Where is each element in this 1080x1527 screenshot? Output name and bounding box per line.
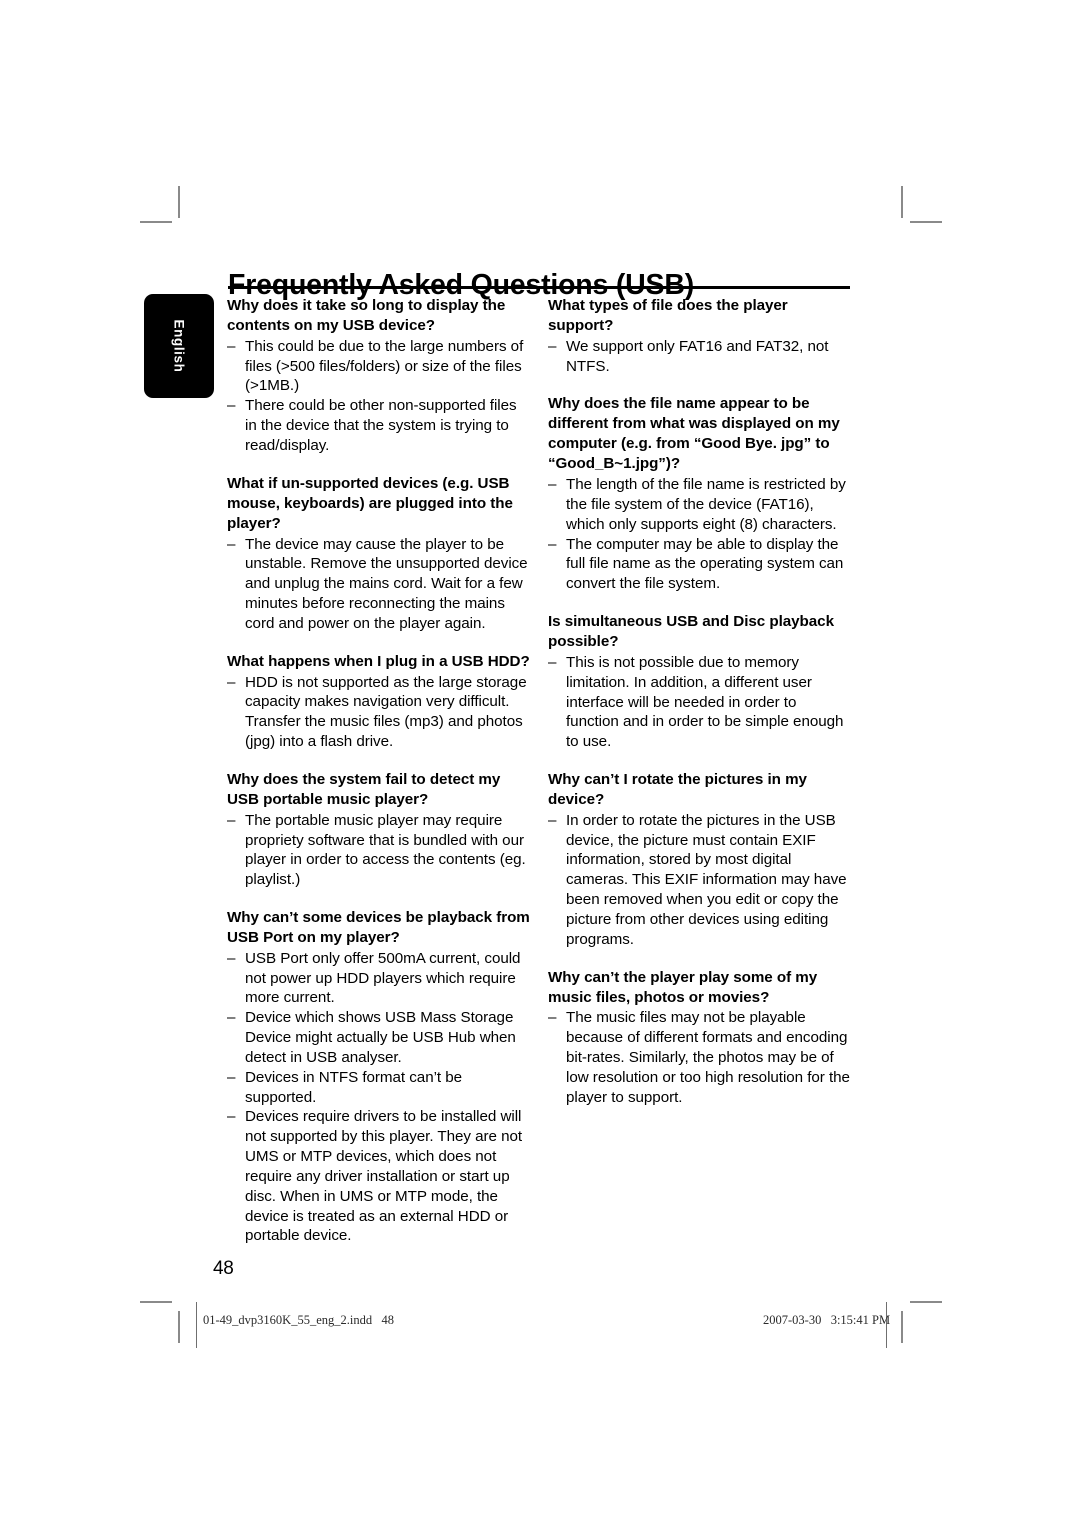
faq-question: Why can’t I rotate the pictures in my de… xyxy=(548,771,807,808)
faq-block: What types of file does the player suppo… xyxy=(548,296,851,376)
footer-timestamp: 2007-03-30 3:15:41 PM xyxy=(763,1313,891,1327)
faq-question: Why can’t the player play some of my mus… xyxy=(548,968,818,1006)
faq-column-right: What types of file does the player suppo… xyxy=(548,296,851,1108)
faq-answer-text: This could be due to the large numbers o… xyxy=(245,337,524,395)
bullet-dash-icon: – xyxy=(227,949,236,967)
page-number: 48 xyxy=(213,1258,234,1279)
faq-block: Why does the file name appear to be diff… xyxy=(548,394,851,594)
faq-question: What types of file does the player suppo… xyxy=(548,297,788,334)
faq-answer-item: – USB Port only offer 500mA current, coul… xyxy=(227,949,530,1008)
faq-answer-text: HDD is not supported as the large storag… xyxy=(245,673,527,751)
faq-answer-text: The portable music player may require pr… xyxy=(245,811,526,889)
faq-answer-item: – There could be other non-supported file… xyxy=(227,396,530,455)
faq-answer-item: – Devices in NTFS format can’t be support… xyxy=(227,1068,530,1108)
faq-answer-text: Devices require drivers to be installed … xyxy=(245,1108,523,1245)
faq-answer-item: – The computer may be able to display the… xyxy=(548,535,851,594)
faq-answer-text: Devices in NTFS format can’t be supporte… xyxy=(245,1068,463,1106)
faq-answer-list: – The length of the file name is restrict… xyxy=(548,475,851,594)
faq-answer-list: – In order to rotate the pictures in the … xyxy=(548,811,851,950)
faq-answer-text: This is not possible due to memory limit… xyxy=(566,653,844,751)
faq-answer-list: – USB Port only offer 500mA current, coul… xyxy=(227,949,530,1246)
faq-answer-text: There could be other non-supported files… xyxy=(245,397,517,454)
footer-filename: 01-49_dvp3160K_55_eng_2.indd 48 xyxy=(203,1313,394,1327)
faq-question: Is simultaneous USB and Disc playback po… xyxy=(548,613,834,650)
faq-answer-list: – HDD is not supported as the large stora… xyxy=(227,673,530,752)
faq-question: Why does the system fail to detect my US… xyxy=(227,770,501,808)
faq-question: What happens when I plug in a USB HDD? xyxy=(227,652,530,670)
faq-answer-text: USB Port only offer 500mA current, could… xyxy=(245,949,521,1007)
manual-page: Frequently Asked Questions (USB) English… xyxy=(0,0,1080,1527)
faq-block: Why can’t some devices be playback from … xyxy=(227,908,530,1246)
bullet-dash-icon: – xyxy=(227,535,236,553)
bullet-dash-icon: – xyxy=(227,397,236,415)
faq-answer-item: – HDD is not supported as the large stora… xyxy=(227,673,530,752)
bullet-dash-icon: – xyxy=(227,673,236,691)
faq-answer-text: The length of the file name is restricte… xyxy=(566,476,846,533)
faq-block: Why can’t the player play some of my mus… xyxy=(548,968,851,1108)
bullet-dash-icon: – xyxy=(227,1068,236,1086)
faq-question: Why can’t some devices be playback from … xyxy=(227,908,530,946)
faq-answer-list: – The device may cause the player to be u… xyxy=(227,535,530,634)
faq-answer-item: – In order to rotate the pictures in the … xyxy=(548,811,851,950)
faq-answer-text: The device may cause the player to be un… xyxy=(245,535,528,632)
faq-answer-item: – This could be due to the large numbers … xyxy=(227,337,530,396)
faq-answer-item: – The portable music player may require p… xyxy=(227,811,530,890)
footer-rule-left xyxy=(196,1302,197,1348)
language-tab-label: English xyxy=(171,319,187,373)
faq-answer-item: – Device which shows USB Mass Storage Dev… xyxy=(227,1008,530,1067)
bullet-dash-icon: – xyxy=(548,653,557,671)
faq-block: What happens when I plug in a USB HDD? – H… xyxy=(227,652,530,752)
faq-answer-item: – The length of the file name is restrict… xyxy=(548,475,851,534)
bullet-dash-icon: – xyxy=(548,476,557,494)
faq-block: Is simultaneous USB and Disc playback po… xyxy=(548,612,851,752)
bullet-dash-icon: – xyxy=(548,1009,557,1027)
bullet-dash-icon: – xyxy=(227,1009,236,1027)
faq-answer-item: – Devices require drivers to be installed… xyxy=(227,1107,530,1246)
bullet-dash-icon: – xyxy=(227,337,236,355)
faq-block: Why can’t I rotate the pictures in my de… xyxy=(548,770,851,950)
faq-answer-list: – We support only FAT16 and FAT32, not NT… xyxy=(548,337,851,377)
faq-answer-text: In order to rotate the pictures in the U… xyxy=(566,811,847,948)
faq-answer-text: The computer may be able to display the … xyxy=(566,535,844,593)
faq-question: What if un-supported devices (e.g. USB m… xyxy=(227,474,513,532)
faq-answer-text: The music files may not be playable beca… xyxy=(566,1009,850,1106)
faq-answer-text: Device which shows USB Mass Storage Devi… xyxy=(245,1009,516,1066)
faq-answer-list: – The portable music player may require p… xyxy=(227,811,530,890)
faq-block: What if un-supported devices (e.g. USB m… xyxy=(227,474,530,634)
bullet-dash-icon: – xyxy=(548,535,557,553)
faq-answer-item: – This is not possible due to memory limi… xyxy=(548,653,851,752)
faq-answer-list: – This is not possible due to memory limi… xyxy=(548,653,851,752)
bullet-dash-icon: – xyxy=(227,1108,236,1126)
faq-question: Why does it take so long to display the … xyxy=(227,297,506,334)
faq-question: Why does the file name appear to be diff… xyxy=(548,395,840,473)
faq-answer-list: – This could be due to the large numbers … xyxy=(227,337,530,456)
bullet-dash-icon: – xyxy=(548,337,557,355)
bullet-dash-icon: – xyxy=(548,811,557,829)
faq-answer-text: We support only FAT16 and FAT32, not NTF… xyxy=(566,337,829,375)
faq-answer-item: – The device may cause the player to be u… xyxy=(227,535,530,634)
bullet-dash-icon: – xyxy=(227,811,236,829)
language-tab: English xyxy=(144,294,214,398)
faq-answer-item: – The music files may not be playable bec… xyxy=(548,1008,851,1107)
faq-column-left: Why does it take so long to display the … xyxy=(227,296,530,1246)
faq-answer-list: – The music files may not be playable bec… xyxy=(548,1008,851,1107)
faq-block: Why does it take so long to display the … xyxy=(227,296,530,456)
title-underline-rule xyxy=(228,286,850,289)
faq-block: Why does the system fail to detect my US… xyxy=(227,770,530,890)
faq-answer-item: – We support only FAT16 and FAT32, not NT… xyxy=(548,337,851,377)
